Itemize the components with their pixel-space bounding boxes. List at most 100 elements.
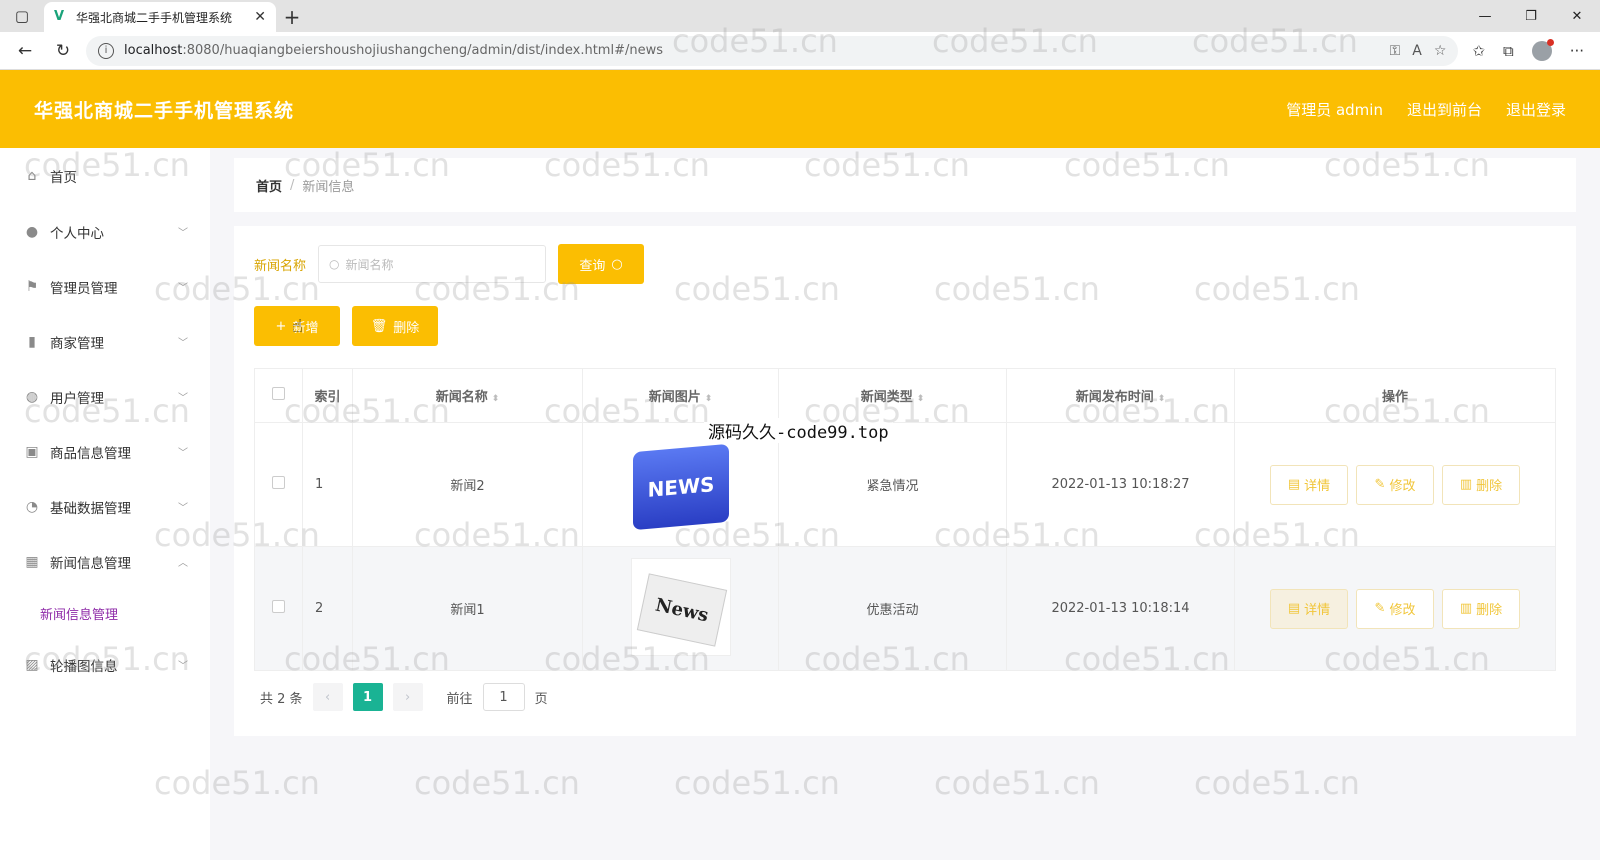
sidebar-item-home[interactable]: ⌂ 首页 <box>0 148 210 204</box>
delete-button[interactable]: ▥ 删除 <box>1442 588 1520 629</box>
query-button[interactable]: 查询 ○ <box>558 244 645 284</box>
chevron-down-icon: ﹀ <box>178 661 188 672</box>
sidebar-item-personal-center[interactable]: ● 个人中心 ﹀ <box>0 204 210 259</box>
page-suffix: 页 <box>534 691 548 707</box>
back-icon[interactable]: ← <box>10 36 40 66</box>
admin-user-link[interactable]: 管理员 admin <box>1286 99 1383 120</box>
grid-icon: ▦ <box>25 553 39 570</box>
header-links: 管理员 admin 退出到前台 退出登录 <box>1286 99 1566 120</box>
select-all-checkbox[interactable] <box>272 387 285 400</box>
header-news-type[interactable]: 新闻类型 ⬍ <box>778 368 1007 423</box>
bulk-delete-button[interactable]: 🗑 删除 <box>352 306 438 346</box>
sidebar-item-label: 轮播图信息 <box>50 658 118 675</box>
close-tab-icon[interactable]: ✕ <box>254 9 266 25</box>
header-news-image[interactable]: 新闻图片 ⬍ <box>582 368 779 423</box>
table-row: 2 新闻1 News 优惠活动 2022-01-13 10:18:14 ▤ 详情 … <box>254 546 1556 671</box>
browser-tab[interactable]: V 华强北商城二手手机管理系统 ✕ <box>44 2 276 32</box>
profile-avatar-icon[interactable] <box>1531 38 1554 61</box>
header-publish-time[interactable]: 新闻发布时间 ⬍ <box>1006 368 1235 423</box>
sidebar-item-admin-management[interactable]: ⚑ 管理员管理 ﹀ <box>0 259 210 314</box>
pointer-cursor-icon: ☝ <box>292 316 303 337</box>
row-checkbox[interactable] <box>272 600 285 613</box>
restore-icon[interactable]: ❐ <box>1508 0 1554 32</box>
plus-icon: + <box>275 318 287 334</box>
row-news-type: 优惠活动 <box>778 546 1007 671</box>
sidebar-item-label: 商家管理 <box>50 335 104 352</box>
submenu-item-news-info[interactable]: 新闻信息管理 <box>0 589 210 637</box>
minimize-icon[interactable]: — <box>1462 0 1508 32</box>
favorites-icon[interactable]: ✩ <box>1472 42 1485 60</box>
action-row: + 新增 🗑 删除 <box>254 306 1556 346</box>
detail-button[interactable]: ▤ 详情 <box>1270 464 1348 505</box>
globe-icon: ◍ <box>25 388 39 405</box>
sidebar-item-user-management[interactable]: ◍ 用户管理 ﹀ <box>0 369 210 424</box>
app-title: 华强北商城二手手机管理系统 <box>34 99 295 122</box>
document-icon: ▤ <box>1287 601 1301 616</box>
page-number[interactable]: 1 <box>352 683 383 711</box>
header-news-name[interactable]: 新闻名称 ⬍ <box>352 368 583 423</box>
info-icon[interactable]: i <box>98 42 114 59</box>
row-operations: ▤ 详情 ✎ 修改 ▥ 删除 <box>1234 546 1556 671</box>
edit-button[interactable]: ✎ 修改 <box>1356 464 1434 505</box>
new-tab-button[interactable]: + <box>276 2 308 32</box>
sidebar-item-merchant-management[interactable]: ▮ 商家管理 ﹀ <box>0 314 210 369</box>
more-icon[interactable]: ··· <box>1570 42 1584 60</box>
sort-icon[interactable]: ⬍ <box>1158 394 1166 404</box>
search-placeholder: 新闻名称 <box>345 257 394 272</box>
compass-icon: ◔ <box>25 498 39 515</box>
sort-icon[interactable]: ⬍ <box>917 394 925 404</box>
exit-to-frontend-link[interactable]: 退出到前台 <box>1407 99 1482 120</box>
sort-icon[interactable]: ⬍ <box>492 394 500 404</box>
news-image: NEWS <box>630 433 731 532</box>
sort-icon[interactable]: ⬍ <box>705 394 713 404</box>
flag-icon: ⚑ <box>25 278 39 295</box>
sidebar: ⌂ 首页 ● 个人中心 ﹀ ⚑ 管理员管理 ﹀ ▮ 商家管理 ﹀ ◍ 用户管理 … <box>0 148 210 860</box>
breadcrumb-current: 新闻信息 <box>302 179 355 195</box>
key-icon[interactable]: ⚿ <box>1390 43 1401 59</box>
header-label: 新闻图片 <box>648 390 701 405</box>
breadcrumb-home[interactable]: 首页 <box>256 176 282 195</box>
refresh-icon[interactable]: ↻ <box>48 36 78 66</box>
header-operations: 操作 <box>1234 368 1556 423</box>
detail-label: 详情 <box>1304 603 1331 618</box>
row-select-cell <box>254 546 303 671</box>
edit-button[interactable]: ✎ 修改 <box>1356 588 1434 629</box>
window-controls: — ❐ ✕ <box>1462 0 1600 32</box>
browser-toolbar: ✩ ⧉ ··· <box>1466 38 1590 61</box>
collections-icon[interactable]: ⧉ <box>1503 42 1514 60</box>
url-field[interactable]: i localhost:8080/huaqiangbeiershoushojiu… <box>86 35 1459 66</box>
row-news-name: 新闻2 <box>352 422 583 547</box>
goto-page-input[interactable]: 1 <box>482 683 525 711</box>
pagination: 共 2 条 ‹ 1 › 前往 1 页 <box>254 683 1556 711</box>
prev-page-icon[interactable]: ‹ <box>312 683 343 711</box>
sidebar-item-product-management[interactable]: ▣ 商品信息管理 ﹀ <box>0 424 210 479</box>
breadcrumb: 首页 / 新闻信息 <box>234 158 1576 212</box>
read-aloud-icon[interactable]: A <box>1412 43 1422 59</box>
delete-button[interactable]: ▥ 删除 <box>1442 464 1520 505</box>
sidebar-item-label: 基础数据管理 <box>50 500 131 517</box>
search-label: 新闻名称 <box>254 258 307 274</box>
add-favorite-icon[interactable]: ☆ <box>1434 43 1447 59</box>
search-input[interactable]: ○ 新闻名称 <box>318 245 547 283</box>
delete-label: 删除 <box>1476 603 1503 618</box>
bar-chart-icon: ▮ <box>28 333 36 350</box>
tab-actions-icon[interactable]: ▢ <box>0 0 44 32</box>
header-index: 索引 <box>302 368 353 423</box>
edit-label: 修改 <box>1389 479 1416 494</box>
detail-button[interactable]: ▤ 详情 <box>1270 588 1348 629</box>
browser-tab-bar: ▢ V 华强北商城二手手机管理系统 ✕ + — ❐ ✕ <box>0 0 1600 32</box>
chevron-down-icon: ﹀ <box>178 338 188 349</box>
sidebar-item-carousel[interactable]: ▨ 轮播图信息 ﹀ <box>0 637 210 692</box>
sidebar-item-basic-data[interactable]: ◔ 基础数据管理 ﹀ <box>0 479 210 534</box>
url-path: :8080/huaqiangbeiershoushojiushangcheng/… <box>182 43 663 58</box>
search-row: 新闻名称 ○ 新闻名称 查询 ○ <box>254 244 1556 284</box>
sidebar-item-label: 商品信息管理 <box>50 445 131 462</box>
total-count: 共 2 条 <box>260 691 303 707</box>
next-page-icon[interactable]: › <box>392 683 423 711</box>
row-index: 2 <box>302 546 353 671</box>
sidebar-item-news-management[interactable]: ▦ 新闻信息管理 ︿ <box>0 534 210 589</box>
close-window-icon[interactable]: ✕ <box>1554 0 1600 32</box>
row-checkbox[interactable] <box>272 476 285 489</box>
header-label: 索引 <box>314 390 341 405</box>
logout-link[interactable]: 退出登录 <box>1506 99 1566 120</box>
